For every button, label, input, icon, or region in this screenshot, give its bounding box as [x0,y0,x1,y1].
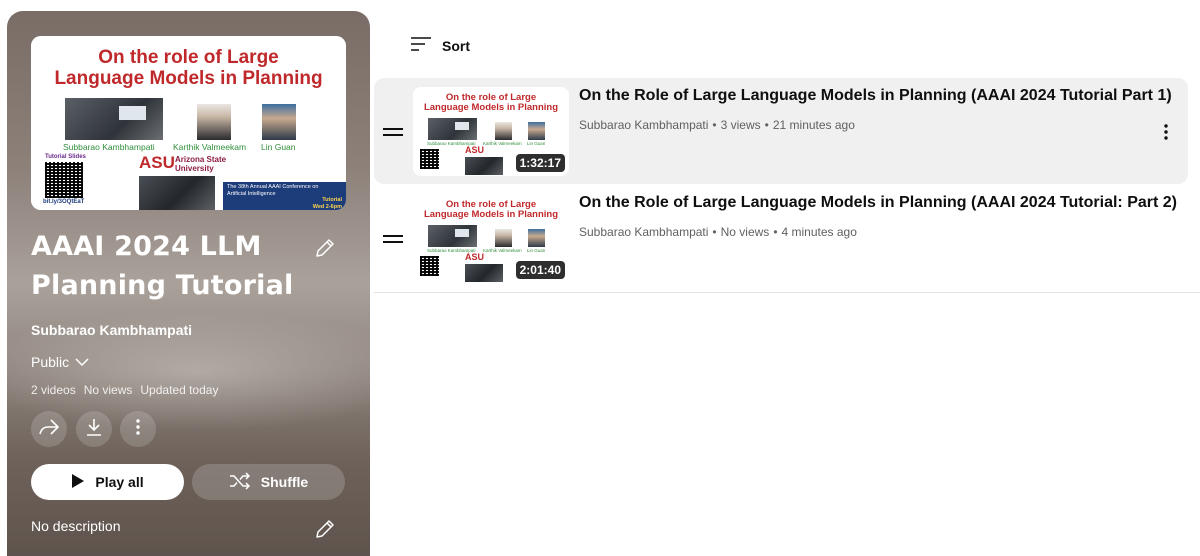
thumb1-asu-logo: ASU [465,145,484,155]
sort-label: Sort [442,37,470,54]
thumb2-presenter-name-2: Karthik Valmeekam [483,248,522,253]
sort-button[interactable]: Sort [410,36,470,55]
meta-separator: • [712,225,717,239]
cover-asu-logo: ASU [139,153,175,173]
video-thumbnail-2[interactable]: On the role of Large Language Models in … [413,194,569,283]
drag-handle-icon[interactable] [383,235,403,243]
video-views: No views [720,225,770,239]
privacy-dropdown[interactable]: Public [31,354,89,370]
video-age: 4 minutes ago [781,225,857,239]
cover-audience-photo [139,176,215,210]
play-all-label: Play all [95,474,144,490]
shuffle-button[interactable]: Shuffle [192,464,345,500]
thumb2-presenter-name-3: Lin Guan [527,248,546,253]
video-thumbnail-1[interactable]: On the role of Large Language Models in … [413,87,569,176]
sort-icon [410,36,432,55]
cover-title-line2: Language Models in Planning [54,68,323,89]
shuffle-label: Shuffle [260,474,309,490]
view-count: No views [83,383,133,397]
video-title-link[interactable]: On the Role of Large Language Models in … [579,194,1177,212]
thumb2-title-line2: Language Models in Planning [423,209,559,220]
playlist-video-row-1[interactable]: On the role of Large Language Models in … [374,78,1188,184]
meta-separator: • [712,118,717,132]
thumb1-presenter-name-2: Karthik Valmeekam [483,141,522,146]
cover-slides-link: bit.ly/3OQtEaT [43,199,85,205]
privacy-value: Public [31,354,70,370]
drag-handle-icon[interactable] [383,128,403,136]
playlist-video-row-2[interactable]: On the role of Large Language Models in … [374,185,1188,291]
video-count: 2 videos [31,383,76,397]
play-icon [71,473,85,492]
share-arrow-icon [38,417,60,442]
list-divider [374,292,1200,293]
updated-label: Updated today [140,383,219,397]
thumb2-audience-photo [465,264,503,282]
cover-university-name: Arizona State University [175,155,227,173]
video-metadata: Subbarao Kambhampati • No views • 4 minu… [579,225,857,239]
thumb1-qr-code [420,149,439,169]
thumb1-presenter-photo-3 [528,122,545,140]
thumb1-presenter-photo-2 [495,122,512,140]
thumb1-lecture-photo [428,118,477,140]
video-metadata: Subbarao Kambhampati • 3 views • 21 minu… [579,118,855,132]
cover-presenter-name-3: Lin Guan [261,142,296,152]
meta-separator: • [773,225,778,239]
cover-slide: On the role of Large Language Models in … [31,36,346,210]
cover-presenter-photo-2 [197,104,231,140]
more-vert-icon [135,418,141,441]
thumb2-presenter-photo-2 [495,229,512,247]
more-vert-icon[interactable] [1156,122,1176,142]
shuffle-icon [229,471,251,493]
playlist-title[interactable]: AAAI 2024 LLM Planning Tutorial [31,227,321,305]
share-button[interactable] [31,411,67,447]
cover-title-line1: On the role of Large [98,47,279,68]
video-channel[interactable]: Subbarao Kambhampati [579,118,708,132]
playlist-cover-thumbnail[interactable]: On the role of Large Language Models in … [31,36,346,210]
playlist-owner-link[interactable]: Subbarao Kambhampati [31,322,192,338]
playlist-description: No description [31,518,121,534]
video-views: 3 views [720,118,761,132]
download-icon [85,417,103,442]
thumb1-asu-abbr: ASU [465,145,485,155]
cover-qr-code [45,162,83,198]
cover-banner-line4: Wed 2-6pm [312,203,342,210]
video-duration-badge: 2:01:40 [515,261,565,279]
cover-lecture-photo [65,98,163,140]
chevron-down-icon [75,354,89,370]
thumb2-asu-logo: ASU [465,252,484,262]
playlist-stats: 2 videos No views Updated today [31,383,218,397]
edit-title-pencil-icon[interactable] [313,236,337,260]
edit-description-pencil-icon[interactable] [313,517,337,541]
thumb1-presenter-name-3: Lin Guan [527,141,546,146]
thumb2-lecture-photo [428,225,477,247]
playlist-header-panel: On the role of Large Language Models in … [7,11,370,556]
thumb2-qr-code [420,256,439,276]
meta-separator: • [764,118,769,132]
cover-presenter-name-1: Subbarao Kambhampati [63,142,155,152]
play-all-button[interactable]: Play all [31,464,184,500]
video-title-link[interactable]: On the Role of Large Language Models in … [579,87,1172,105]
thumb1-audience-photo [465,157,503,175]
video-age: 21 minutes ago [772,118,855,132]
cover-presenter-photo-3 [262,104,296,140]
download-button[interactable] [76,411,112,447]
cover-presenter-name-2: Karthik Valmeekam [173,142,247,152]
cover-slides-label: Tutorial Slides [45,154,86,160]
video-duration-badge: 1:32:17 [515,154,565,172]
thumb1-title-line2: Language Models in Planning [423,102,559,113]
thumb2-asu-abbr: ASU [465,252,485,262]
thumb2-presenter-photo-3 [528,229,545,247]
more-actions-button[interactable] [120,411,156,447]
video-channel[interactable]: Subbarao Kambhampati [579,225,708,239]
cover-conference-banner: The 38th Annual AAAI Conference on Artif… [223,182,346,210]
cover-asu-abbr: ASU [139,153,175,172]
